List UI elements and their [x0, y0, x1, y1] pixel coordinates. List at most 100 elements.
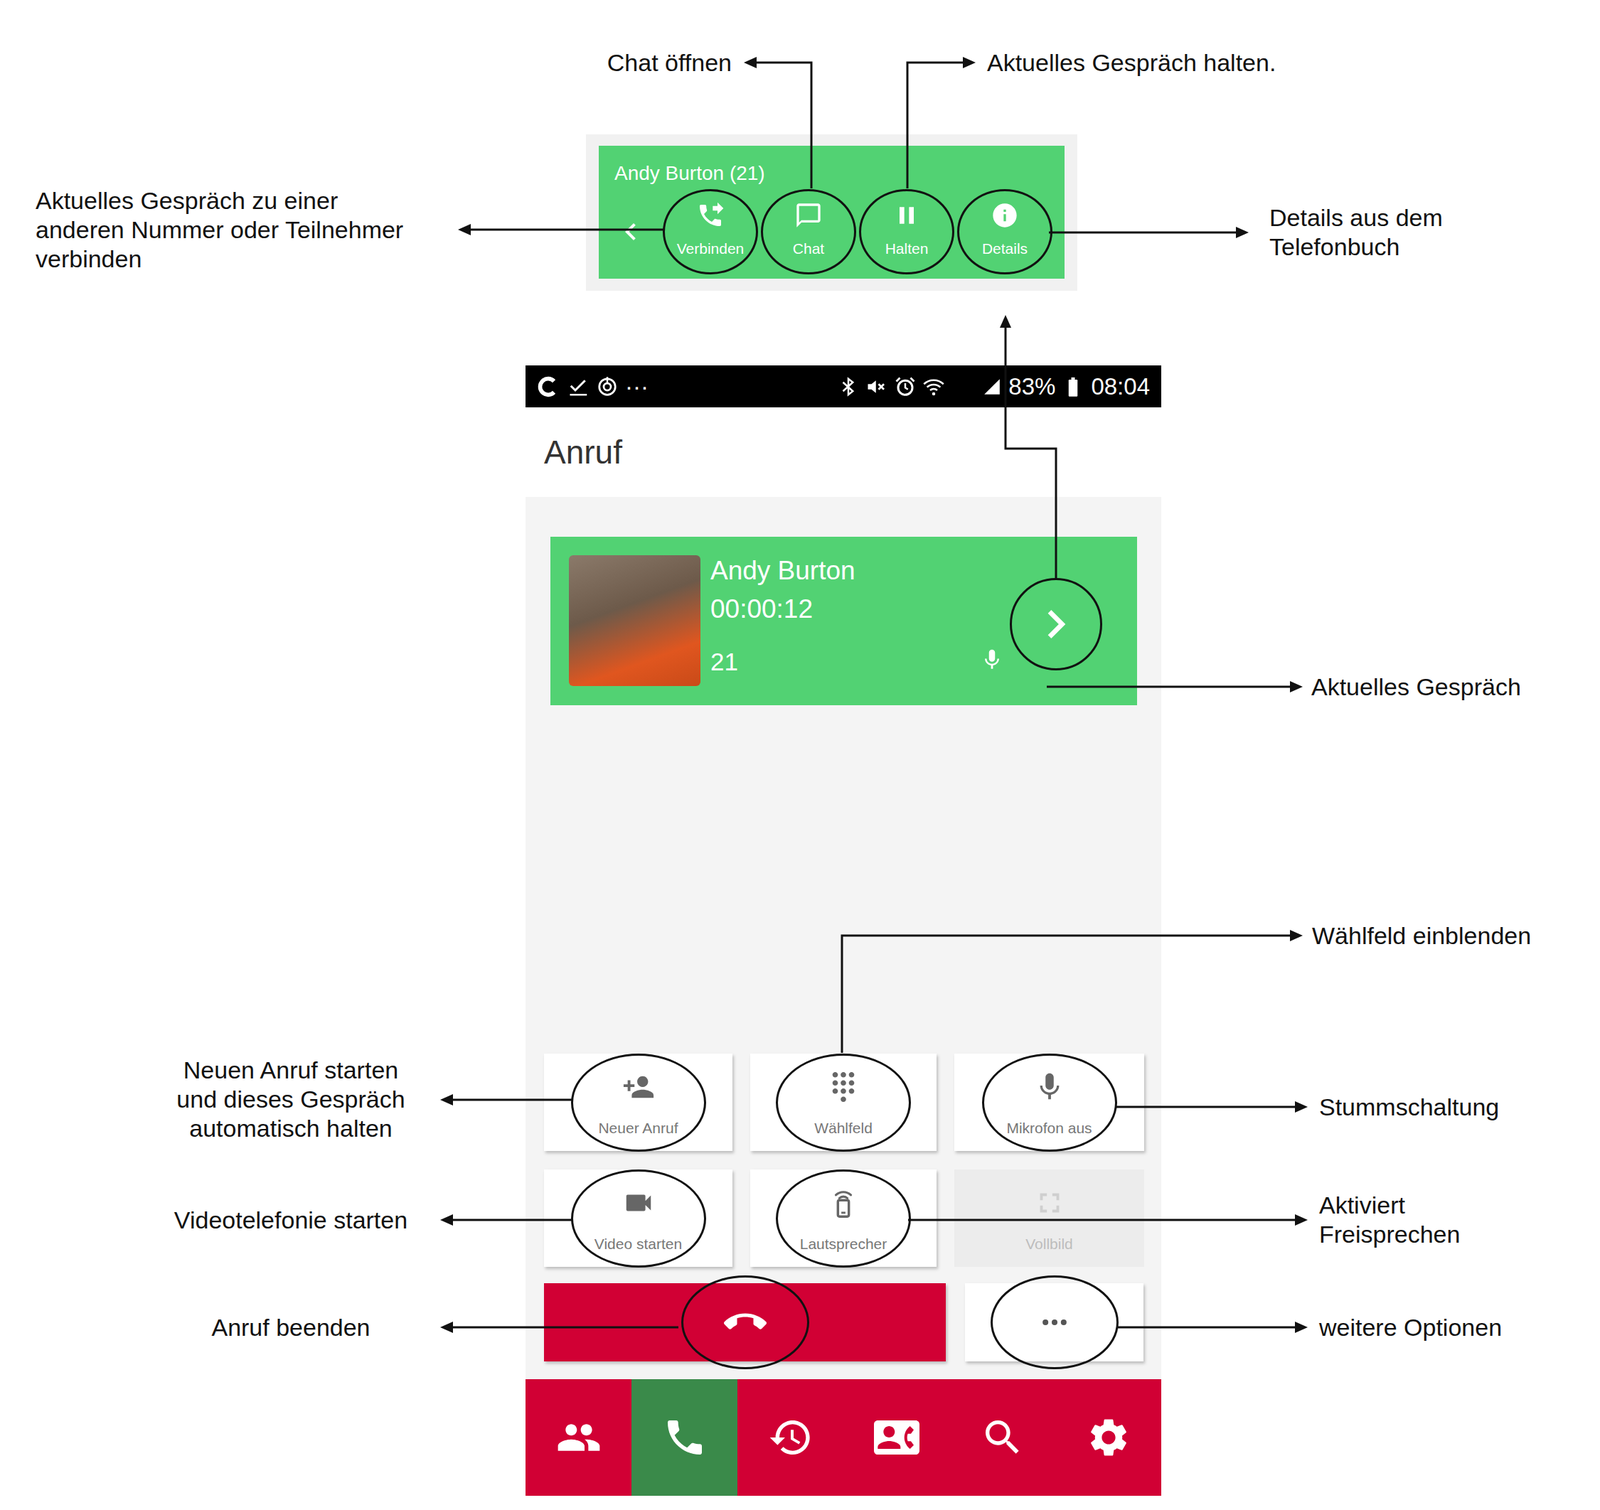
bottom-nav [525, 1379, 1162, 1497]
callout-line [1005, 327, 1056, 579]
nav-item[interactable] [525, 1379, 632, 1497]
highlight-oval [990, 1275, 1119, 1370]
chat-icon [794, 201, 823, 230]
annotation-line: Chat öffnen [607, 48, 732, 78]
button-label: Details [982, 239, 1028, 259]
annotation-line: verbinden [35, 244, 404, 274]
callout-line [1046, 686, 1290, 689]
overflow-indicator: ··· [625, 372, 649, 402]
call-title: Andy Burton (21) [598, 161, 1065, 186]
annotation-line: Stummschaltung [1319, 1092, 1500, 1123]
annotation-line: Aktuelles Gespräch [1311, 672, 1522, 702]
speaker-button[interactable]: Lautsprecher [750, 1169, 937, 1268]
arrowhead [1294, 1321, 1308, 1334]
callout-line [1048, 231, 1236, 234]
callout-line [1116, 1106, 1295, 1109]
info-icon [990, 201, 1020, 230]
info-button[interactable]: Details [957, 189, 1053, 275]
mute-icon [1033, 1070, 1066, 1104]
annotation-line: Aktuelles Gespräch halten. [987, 48, 1276, 78]
hold-button[interactable]: Halten [859, 189, 955, 275]
call-actions [544, 1283, 1145, 1362]
callout-arrows [0, 0, 1600, 1510]
highlight-oval [571, 1169, 707, 1268]
end-call-button[interactable] [544, 1283, 946, 1362]
nav-item[interactable] [1055, 1379, 1162, 1497]
check-icon [568, 376, 590, 398]
call-screen: Andy Burton00:00:1221Neuer AnrufWählfeld… [525, 497, 1162, 1380]
add-call-button[interactable]: Neuer Anruf [544, 1053, 733, 1152]
chevron-right-icon [1027, 595, 1085, 653]
nav-item[interactable] [737, 1379, 844, 1497]
callout-line [470, 228, 664, 232]
mute-icon [866, 376, 888, 398]
caller-number: 21 [710, 646, 856, 678]
back-button[interactable] [598, 214, 663, 249]
transfer-button[interactable]: Verbinden [662, 189, 759, 275]
highlight-oval [571, 1053, 707, 1152]
arrowhead [1294, 1214, 1308, 1226]
chevron-left-icon [613, 214, 648, 249]
annotation-line: weitere Optionen [1319, 1313, 1502, 1343]
annotation-line: Freisprechen [1319, 1220, 1460, 1250]
phone-screen: ···83%08:04AnrufAndy Burton00:00:1221Neu… [525, 365, 1162, 1497]
annotation: Videotelefonie starten [141, 1206, 441, 1236]
battery-level: 83% [1008, 372, 1056, 402]
status-left: ··· [536, 372, 649, 402]
annotation-line: und dieses Gespräch [141, 1085, 441, 1115]
annotation: Details aus demTelefonbuch [1269, 203, 1443, 262]
contacts-icon [556, 1415, 602, 1461]
alarm-icon [894, 376, 916, 398]
arrowhead [440, 1214, 453, 1226]
arrowhead [999, 315, 1012, 328]
arrowhead [1289, 930, 1303, 942]
call-action-panel: Andy Burton (21) Verbinden Chat Halten Detai… [585, 134, 1078, 291]
button-label: Wählfeld [814, 1119, 873, 1138]
annotation-line: automatisch halten [141, 1114, 441, 1144]
annotation: Aktuelles Gespräch zu eineranderen Numme… [35, 186, 404, 274]
callout-line [756, 62, 812, 189]
phonebook-icon [873, 1415, 920, 1461]
expand-button[interactable] [1009, 578, 1103, 671]
arrowhead [1294, 1101, 1308, 1113]
search-icon [979, 1415, 1026, 1461]
arrowhead [962, 56, 976, 69]
more-options-button[interactable] [964, 1283, 1144, 1362]
callout-line [452, 1326, 679, 1330]
call-info: Andy Burton00:00:1221 [710, 555, 856, 687]
dialpad-icon [827, 1070, 860, 1104]
fullscreen-button: Vollbild [954, 1169, 1145, 1268]
annotation: Chat öffnen [607, 48, 732, 78]
callout-line [1116, 1326, 1295, 1330]
button-label: Chat [792, 239, 825, 259]
chat-button[interactable]: Chat [760, 189, 857, 275]
annotation: weitere Optionen [1319, 1313, 1502, 1343]
arrowhead [440, 1094, 453, 1106]
screen-title: Anruf [544, 433, 623, 472]
microphone-icon [979, 647, 1005, 672]
contact-photo [568, 555, 701, 687]
fullscreen-icon [1033, 1186, 1066, 1220]
highlight-oval [681, 1275, 810, 1370]
current-call-card[interactable]: Andy Burton00:00:1221 [550, 536, 1138, 706]
battery-icon [1062, 376, 1084, 398]
annotation: Wählfeld einblenden [1312, 921, 1532, 951]
annotation-line: Aktiviert [1319, 1191, 1460, 1221]
nav-item[interactable] [949, 1379, 1056, 1497]
annotation-line: Telefonbuch [1269, 232, 1443, 262]
callout-line [841, 935, 1290, 1054]
highlight-oval [982, 1053, 1118, 1152]
nav-item[interactable] [631, 1379, 738, 1497]
hold-icon [892, 201, 921, 230]
more-icon [1038, 1307, 1071, 1339]
annotation: Neuen Anruf startenund dieses Gesprächau… [141, 1056, 441, 1144]
callout-line [907, 62, 963, 189]
nav-item[interactable] [843, 1379, 950, 1497]
callout-line [452, 1219, 572, 1222]
annotation-line: anderen Nummer oder Teilnehmer [35, 215, 404, 245]
video-button[interactable]: Video starten [544, 1169, 733, 1268]
mute-button[interactable]: Mikrofon aus [954, 1053, 1145, 1152]
call-duration: 00:00:12 [710, 593, 856, 626]
callout-line [908, 1219, 1295, 1222]
dialpad-button[interactable]: Wählfeld [750, 1053, 937, 1152]
